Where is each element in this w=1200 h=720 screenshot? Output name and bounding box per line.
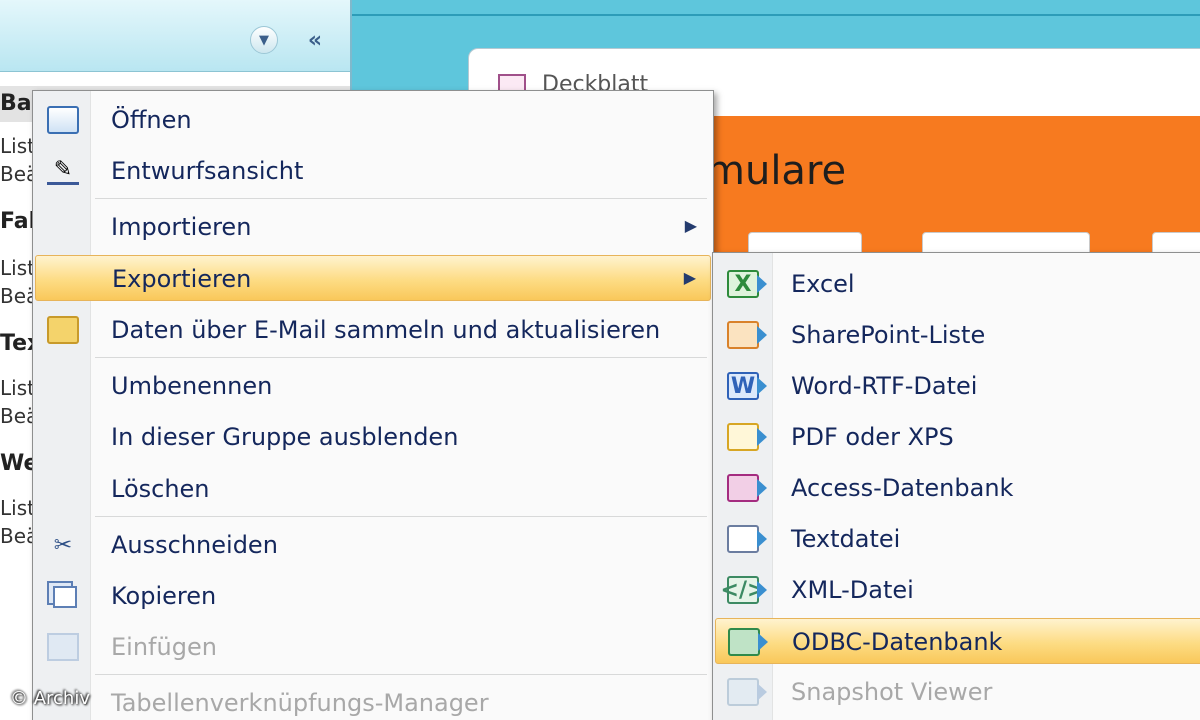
export-arrow-icon [757, 683, 767, 701]
menu-item-label: Öffnen [111, 106, 192, 134]
export-word-rtf[interactable]: W Word-RTF-Datei [715, 363, 1200, 409]
export-arrow-icon [757, 326, 767, 344]
nav-item[interactable]: Beär [0, 162, 34, 186]
menu-item-copy[interactable]: Kopieren [35, 573, 711, 619]
odbc-database-icon [728, 628, 760, 656]
export-xml-file[interactable]: </> XML-Datei [715, 567, 1200, 613]
access-database-icon [727, 474, 759, 502]
menu-item-label: Word-RTF-Datei [791, 372, 978, 400]
nav-item[interactable]: Liste [0, 256, 34, 280]
menu-item-label: Tabellenverknüpfungs-Manager [111, 689, 489, 717]
excel-icon: X [727, 270, 759, 298]
menu-item-rename[interactable]: Umbenennen [35, 363, 711, 409]
export-pdf-xps[interactable]: PDF oder XPS [715, 414, 1200, 460]
context-menu: Öffnen ✎ Entwurfsansicht Importieren ▶ E… [32, 90, 714, 720]
nav-item[interactable]: Liste [0, 376, 34, 400]
menu-item-label: Excel [791, 270, 855, 298]
export-arrow-icon [757, 479, 767, 497]
submenu-arrow-icon: ▶ [684, 216, 697, 235]
export-arrow-icon [757, 581, 767, 599]
export-arrow-icon [757, 275, 767, 293]
menu-item-label: Access-Datenbank [791, 474, 1014, 502]
snapshot-viewer-icon [727, 678, 759, 706]
menu-item-cut[interactable]: ✂ Ausschneiden [35, 522, 711, 568]
chevron-down-icon[interactable]: ▼ [250, 26, 278, 54]
menu-item-label: Exportieren [112, 265, 252, 293]
menu-item-export[interactable]: Exportieren ▶ [35, 255, 711, 301]
menu-item-label: XML-Datei [791, 576, 914, 604]
menu-item-collect-data[interactable]: Daten über E-Mail sammeln und aktualisie… [35, 307, 711, 353]
nav-item[interactable]: Liste [0, 134, 34, 158]
text-file-icon [727, 525, 759, 553]
menu-item-paste: Einfügen [35, 624, 711, 670]
menu-item-label: Snapshot Viewer [791, 678, 993, 706]
paste-icon [47, 633, 79, 661]
menu-item-label: PDF oder XPS [791, 423, 954, 451]
menu-item-design-view[interactable]: ✎ Entwurfsansicht [35, 148, 711, 194]
menu-separator [95, 516, 707, 517]
export-odbc-database[interactable]: ODBC-Datenbank [715, 618, 1200, 664]
menu-item-label: Umbenennen [111, 372, 273, 400]
copy-icon [53, 586, 77, 608]
submenu-arrow-icon: ▶ [683, 268, 696, 287]
export-arrow-icon [758, 633, 768, 651]
menu-item-label: Löschen [111, 475, 210, 503]
menu-item-label: ODBC-Datenbank [792, 628, 1003, 656]
menu-item-label: Importieren [111, 213, 252, 241]
export-sharepoint-list[interactable]: SharePoint-Liste [715, 312, 1200, 358]
menu-item-label: In dieser Gruppe ausblenden [111, 423, 459, 451]
export-excel[interactable]: X Excel [715, 261, 1200, 307]
collapse-pane-icon[interactable]: « [300, 26, 330, 54]
xml-file-icon: </> [720, 576, 766, 604]
menu-item-label: Daten über E-Mail sammeln und aktualisie… [111, 316, 661, 344]
menu-item-label: Entwurfsansicht [111, 157, 304, 185]
export-text-file[interactable]: Textdatei [715, 516, 1200, 562]
menu-separator [95, 198, 707, 199]
design-view-icon: ✎ [47, 157, 79, 185]
sharepoint-list-icon [727, 321, 759, 349]
menu-item-label: SharePoint-Liste [791, 321, 986, 349]
scissors-icon: ✂ [53, 532, 73, 558]
nav-item[interactable]: Beär [0, 404, 34, 428]
nav-item[interactable]: Liste [0, 496, 34, 520]
export-arrow-icon [757, 377, 767, 395]
menu-item-delete[interactable]: Löschen [35, 466, 711, 512]
collect-data-icon [47, 316, 79, 344]
nav-item[interactable]: Beär [0, 524, 34, 548]
menu-separator [95, 674, 707, 675]
word-rtf-icon: W [727, 372, 759, 400]
menu-item-hide-in-group[interactable]: In dieser Gruppe ausblenden [35, 414, 711, 460]
menu-item-label: Einfügen [111, 633, 217, 661]
menu-separator [95, 357, 707, 358]
export-snapshot-viewer: Snapshot Viewer [715, 669, 1200, 715]
export-access-database[interactable]: Access-Datenbank [715, 465, 1200, 511]
form-title: mulare [706, 148, 847, 194]
nav-item[interactable]: Beär [0, 284, 34, 308]
menu-item-label: Textdatei [791, 525, 901, 553]
navigation-pane-header: ▼ « [0, 0, 350, 72]
export-arrow-icon [757, 428, 767, 446]
menu-item-label: Ausschneiden [111, 531, 278, 559]
menu-item-open[interactable]: Öffnen [35, 97, 711, 143]
menu-item-linked-table-manager: Tabellenverknüpfungs-Manager [35, 680, 711, 720]
export-submenu: X Excel SharePoint-Liste W Word-RTF-Date… [712, 252, 1200, 720]
pdf-xps-icon [727, 423, 759, 451]
copyright-watermark: © Archiv [10, 688, 90, 709]
menu-item-import[interactable]: Importieren ▶ [35, 204, 711, 250]
menu-item-label: Kopieren [111, 582, 217, 610]
open-icon [47, 106, 79, 134]
export-arrow-icon [757, 530, 767, 548]
